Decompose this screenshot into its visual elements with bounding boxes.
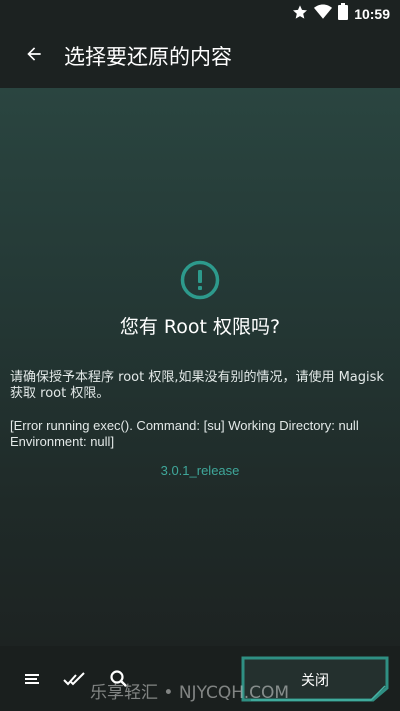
back-button[interactable] [14,36,54,76]
bottom-bar: 关闭 乐享轻汇 • NJYCQH.COM [0,646,400,711]
root-description: 请确保授予本程序 root 权限,如果没有别的情况，请使用 Magisk 获取 … [10,370,384,401]
status-icons: 10:59 [292,3,390,24]
alert-circle-icon [180,260,220,300]
root-check-panel: 您有 Root 权限吗? 请确保授予本程序 root 权限,如果没有别的情况，请… [0,88,400,646]
version-text: 3.0.1_release [160,463,240,478]
error-message: [Error running exec(). Command: [su] Wor… [10,418,359,449]
status-time: 10:59 [354,5,390,22]
select-all-icon[interactable] [63,667,87,691]
star-icon [292,4,308,24]
watermark: 乐享轻汇 • NJYCQH.COM [90,683,290,703]
battery-icon [338,3,349,24]
app-bar: 选择要还原的内容 [0,24,400,88]
arrow-back-icon [24,44,44,68]
wifi-icon [314,4,333,24]
sort-icon[interactable] [20,667,44,691]
page-title: 选择要还原的内容 [64,45,232,69]
root-question: 您有 Root 权限吗? [119,316,281,338]
status-bar: 10:59 [0,0,400,24]
